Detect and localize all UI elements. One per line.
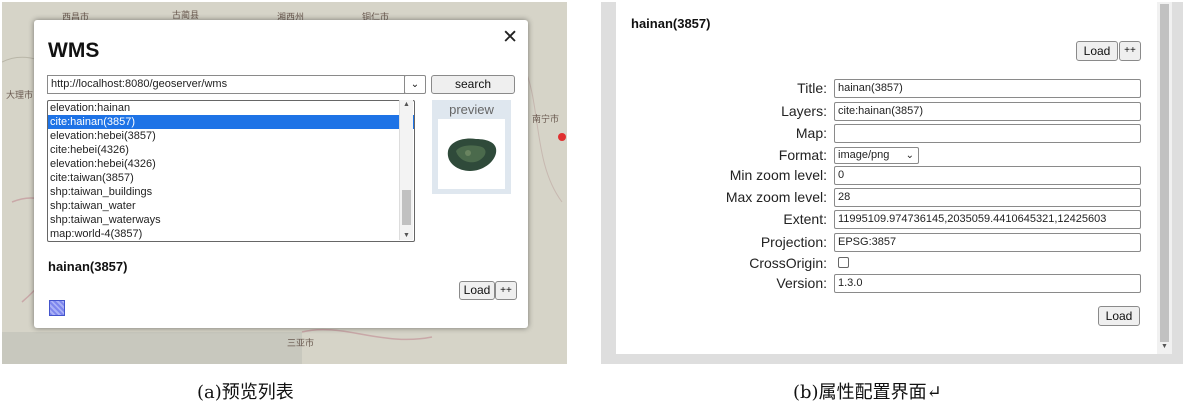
scrollbar-thumb[interactable] bbox=[1160, 4, 1169, 342]
more-button[interactable]: ++ bbox=[1119, 41, 1141, 61]
list-item[interactable]: elevation:hainan bbox=[48, 101, 414, 115]
max-zoom-label: Max zoom level: bbox=[725, 189, 827, 205]
format-label: Format: bbox=[778, 147, 827, 163]
list-item[interactable]: cite:hebei(4326) bbox=[48, 143, 414, 157]
properties-form: hainan(3857) Load ++ Title: hainan(3857)… bbox=[616, 2, 1157, 354]
list-item[interactable]: elevation:hebei(4326) bbox=[48, 157, 414, 171]
map-label: Map: bbox=[795, 125, 827, 141]
list-item[interactable]: map:world-4(3857) bbox=[48, 227, 414, 241]
list-item[interactable]: cite:taiwan(3857) bbox=[48, 171, 414, 185]
more-button[interactable]: ++ bbox=[495, 281, 517, 300]
scrollbar-thumb[interactable] bbox=[402, 190, 411, 225]
caption-b: (b)属性配置界面↵ bbox=[793, 382, 942, 403]
max-zoom-input[interactable]: 28 bbox=[834, 188, 1141, 207]
map-label: 三亚市 bbox=[287, 338, 315, 348]
crossorigin-label: CrossOrigin: bbox=[749, 255, 827, 271]
extent-label: Extent: bbox=[783, 211, 827, 227]
layer-title: hainan(3857) bbox=[631, 16, 711, 31]
selected-layer-title: hainan(3857) bbox=[48, 259, 128, 274]
preview-label: preview bbox=[449, 102, 494, 117]
scroll-down-icon[interactable]: ▼ bbox=[400, 232, 413, 239]
list-item[interactable]: shp:taiwan_buildings bbox=[48, 185, 414, 199]
list-item[interactable]: elevation:hebei(3857) bbox=[48, 129, 414, 143]
min-zoom-label: Min zoom level: bbox=[729, 167, 827, 183]
layers-input[interactable]: cite:hainan(3857) bbox=[834, 102, 1141, 121]
min-zoom-input[interactable]: 0 bbox=[834, 166, 1141, 185]
layer-style-swatch bbox=[49, 300, 65, 316]
projection-input[interactable]: EPSG:3857 bbox=[834, 233, 1141, 252]
list-item-selected[interactable]: cite:hainan(3857) bbox=[48, 115, 414, 129]
format-select[interactable]: image/png ⌄ bbox=[834, 147, 919, 164]
map-label: 大理市 bbox=[6, 90, 34, 100]
chevron-down-icon[interactable]: ⌄ bbox=[404, 75, 426, 94]
properties-scrollbar[interactable]: ▼ bbox=[1157, 2, 1172, 354]
title-label: Title: bbox=[797, 80, 827, 96]
version-label: Version: bbox=[776, 275, 827, 291]
search-button[interactable]: search bbox=[431, 75, 515, 94]
crossorigin-checkbox[interactable] bbox=[838, 257, 849, 268]
list-item[interactable]: shp:taiwan_waterways bbox=[48, 213, 414, 227]
scroll-up-icon[interactable]: ▲ bbox=[400, 101, 413, 108]
close-icon[interactable]: ✕ bbox=[502, 26, 518, 49]
preview-image bbox=[438, 119, 505, 189]
scroll-down-icon[interactable]: ▼ bbox=[1157, 343, 1172, 350]
map-input[interactable] bbox=[834, 124, 1141, 143]
load-button[interactable]: Load bbox=[1076, 41, 1118, 61]
map-label: 南宁市 bbox=[532, 114, 560, 124]
layer-list[interactable]: elevation:hainan cite:hainan(3857) eleva… bbox=[47, 100, 415, 242]
version-input[interactable]: 1.3.0 bbox=[834, 274, 1141, 293]
layer-list-scrollbar[interactable]: ▲ ▼ bbox=[399, 100, 413, 240]
extent-input[interactable]: 11995109.974736145,2035059.4410645321,12… bbox=[834, 210, 1141, 229]
wms-dialog: WMS ✕ http://localhost:8080/geoserver/wm… bbox=[34, 20, 528, 328]
properties-panel: hainan(3857) Load ++ Title: hainan(3857)… bbox=[601, 2, 1183, 364]
list-item[interactable]: shp:taiwan_water bbox=[48, 199, 414, 213]
bottom-load-button[interactable]: Load bbox=[1098, 306, 1140, 326]
format-value: image/png bbox=[838, 149, 890, 161]
layers-label: Layers: bbox=[781, 103, 827, 119]
dialog-title: WMS bbox=[48, 39, 100, 62]
chevron-down-icon: ⌄ bbox=[905, 150, 914, 161]
preview-panel: preview bbox=[432, 100, 511, 194]
title-input[interactable]: hainan(3857) bbox=[834, 79, 1141, 98]
caption-a: (a)预览列表 bbox=[197, 382, 294, 403]
load-button[interactable]: Load bbox=[459, 281, 495, 300]
projection-label: Projection: bbox=[760, 234, 827, 250]
wms-url-input[interactable]: http://localhost:8080/geoserver/wms bbox=[47, 75, 405, 94]
